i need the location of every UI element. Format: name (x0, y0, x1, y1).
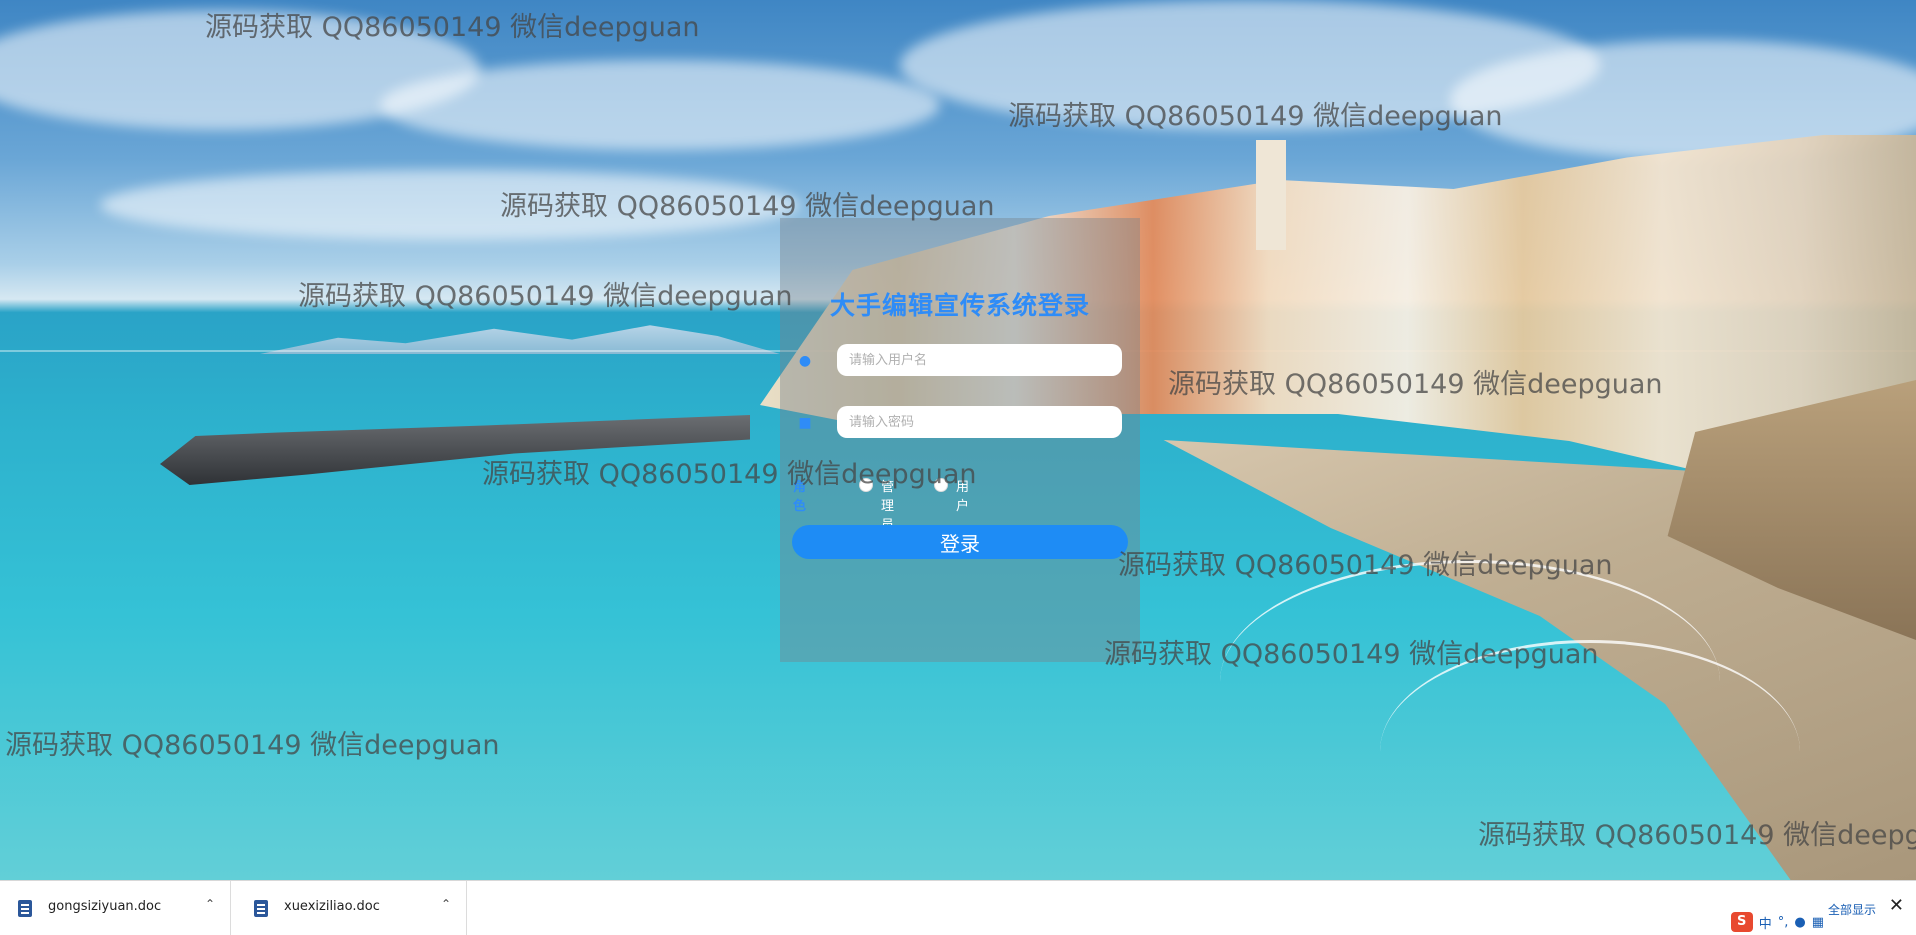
surf-wave (1380, 640, 1800, 863)
ime-mode-label[interactable]: 中 (1759, 913, 1772, 932)
sogou-logo-icon: S (1730, 912, 1753, 932)
bell-tower (1256, 140, 1286, 250)
mic-icon[interactable]: ● (1794, 915, 1805, 930)
username-input[interactable] (837, 344, 1122, 376)
username-row: ● (796, 344, 1126, 378)
close-icon[interactable]: ✕ (1889, 895, 1904, 916)
ime-toolbar[interactable]: S 中 °, ● ▦ (1730, 911, 1824, 933)
cloud (380, 60, 940, 150)
password-row: ■ (796, 406, 1126, 440)
login-panel: 大手编辑宣传系统登录 ● ■ 角色 管理员 用户 登录 (780, 218, 1140, 662)
chevron-up-icon[interactable]: ⌃ (205, 897, 215, 911)
download-filename: gongsiziyuan.doc (48, 899, 162, 914)
lock-icon: ■ (798, 415, 812, 431)
download-filename: xuexiziliao.doc (284, 899, 380, 914)
role-user-label: 用户 (956, 480, 970, 514)
show-all-link[interactable]: 全部显示 (1828, 901, 1876, 918)
distant-mountains (260, 325, 780, 354)
role-radio-user[interactable] (934, 478, 948, 492)
user-icon: ● (798, 353, 812, 369)
login-button[interactable]: 登录 (792, 525, 1128, 559)
download-item[interactable]: xuexiziliao.doc ⌃ (236, 881, 467, 935)
stone-pier (160, 415, 750, 485)
login-title: 大手编辑宣传系统登录 (829, 291, 1090, 320)
word-doc-icon (254, 900, 268, 917)
cloud (100, 170, 800, 240)
role-radio-admin[interactable] (859, 478, 873, 492)
word-doc-icon (18, 900, 32, 917)
keyboard-icon[interactable]: ▦ (1812, 915, 1824, 930)
download-bar: gongsiziyuan.doc ⌃ xuexiziliao.doc ⌃ S 中… (0, 880, 1916, 935)
download-item[interactable]: gongsiziyuan.doc ⌃ (0, 881, 231, 935)
role-label: 角色 (793, 480, 807, 514)
password-input[interactable] (837, 406, 1122, 438)
punctuation-icon[interactable]: °, (1778, 915, 1789, 930)
chevron-up-icon[interactable]: ⌃ (441, 897, 451, 911)
